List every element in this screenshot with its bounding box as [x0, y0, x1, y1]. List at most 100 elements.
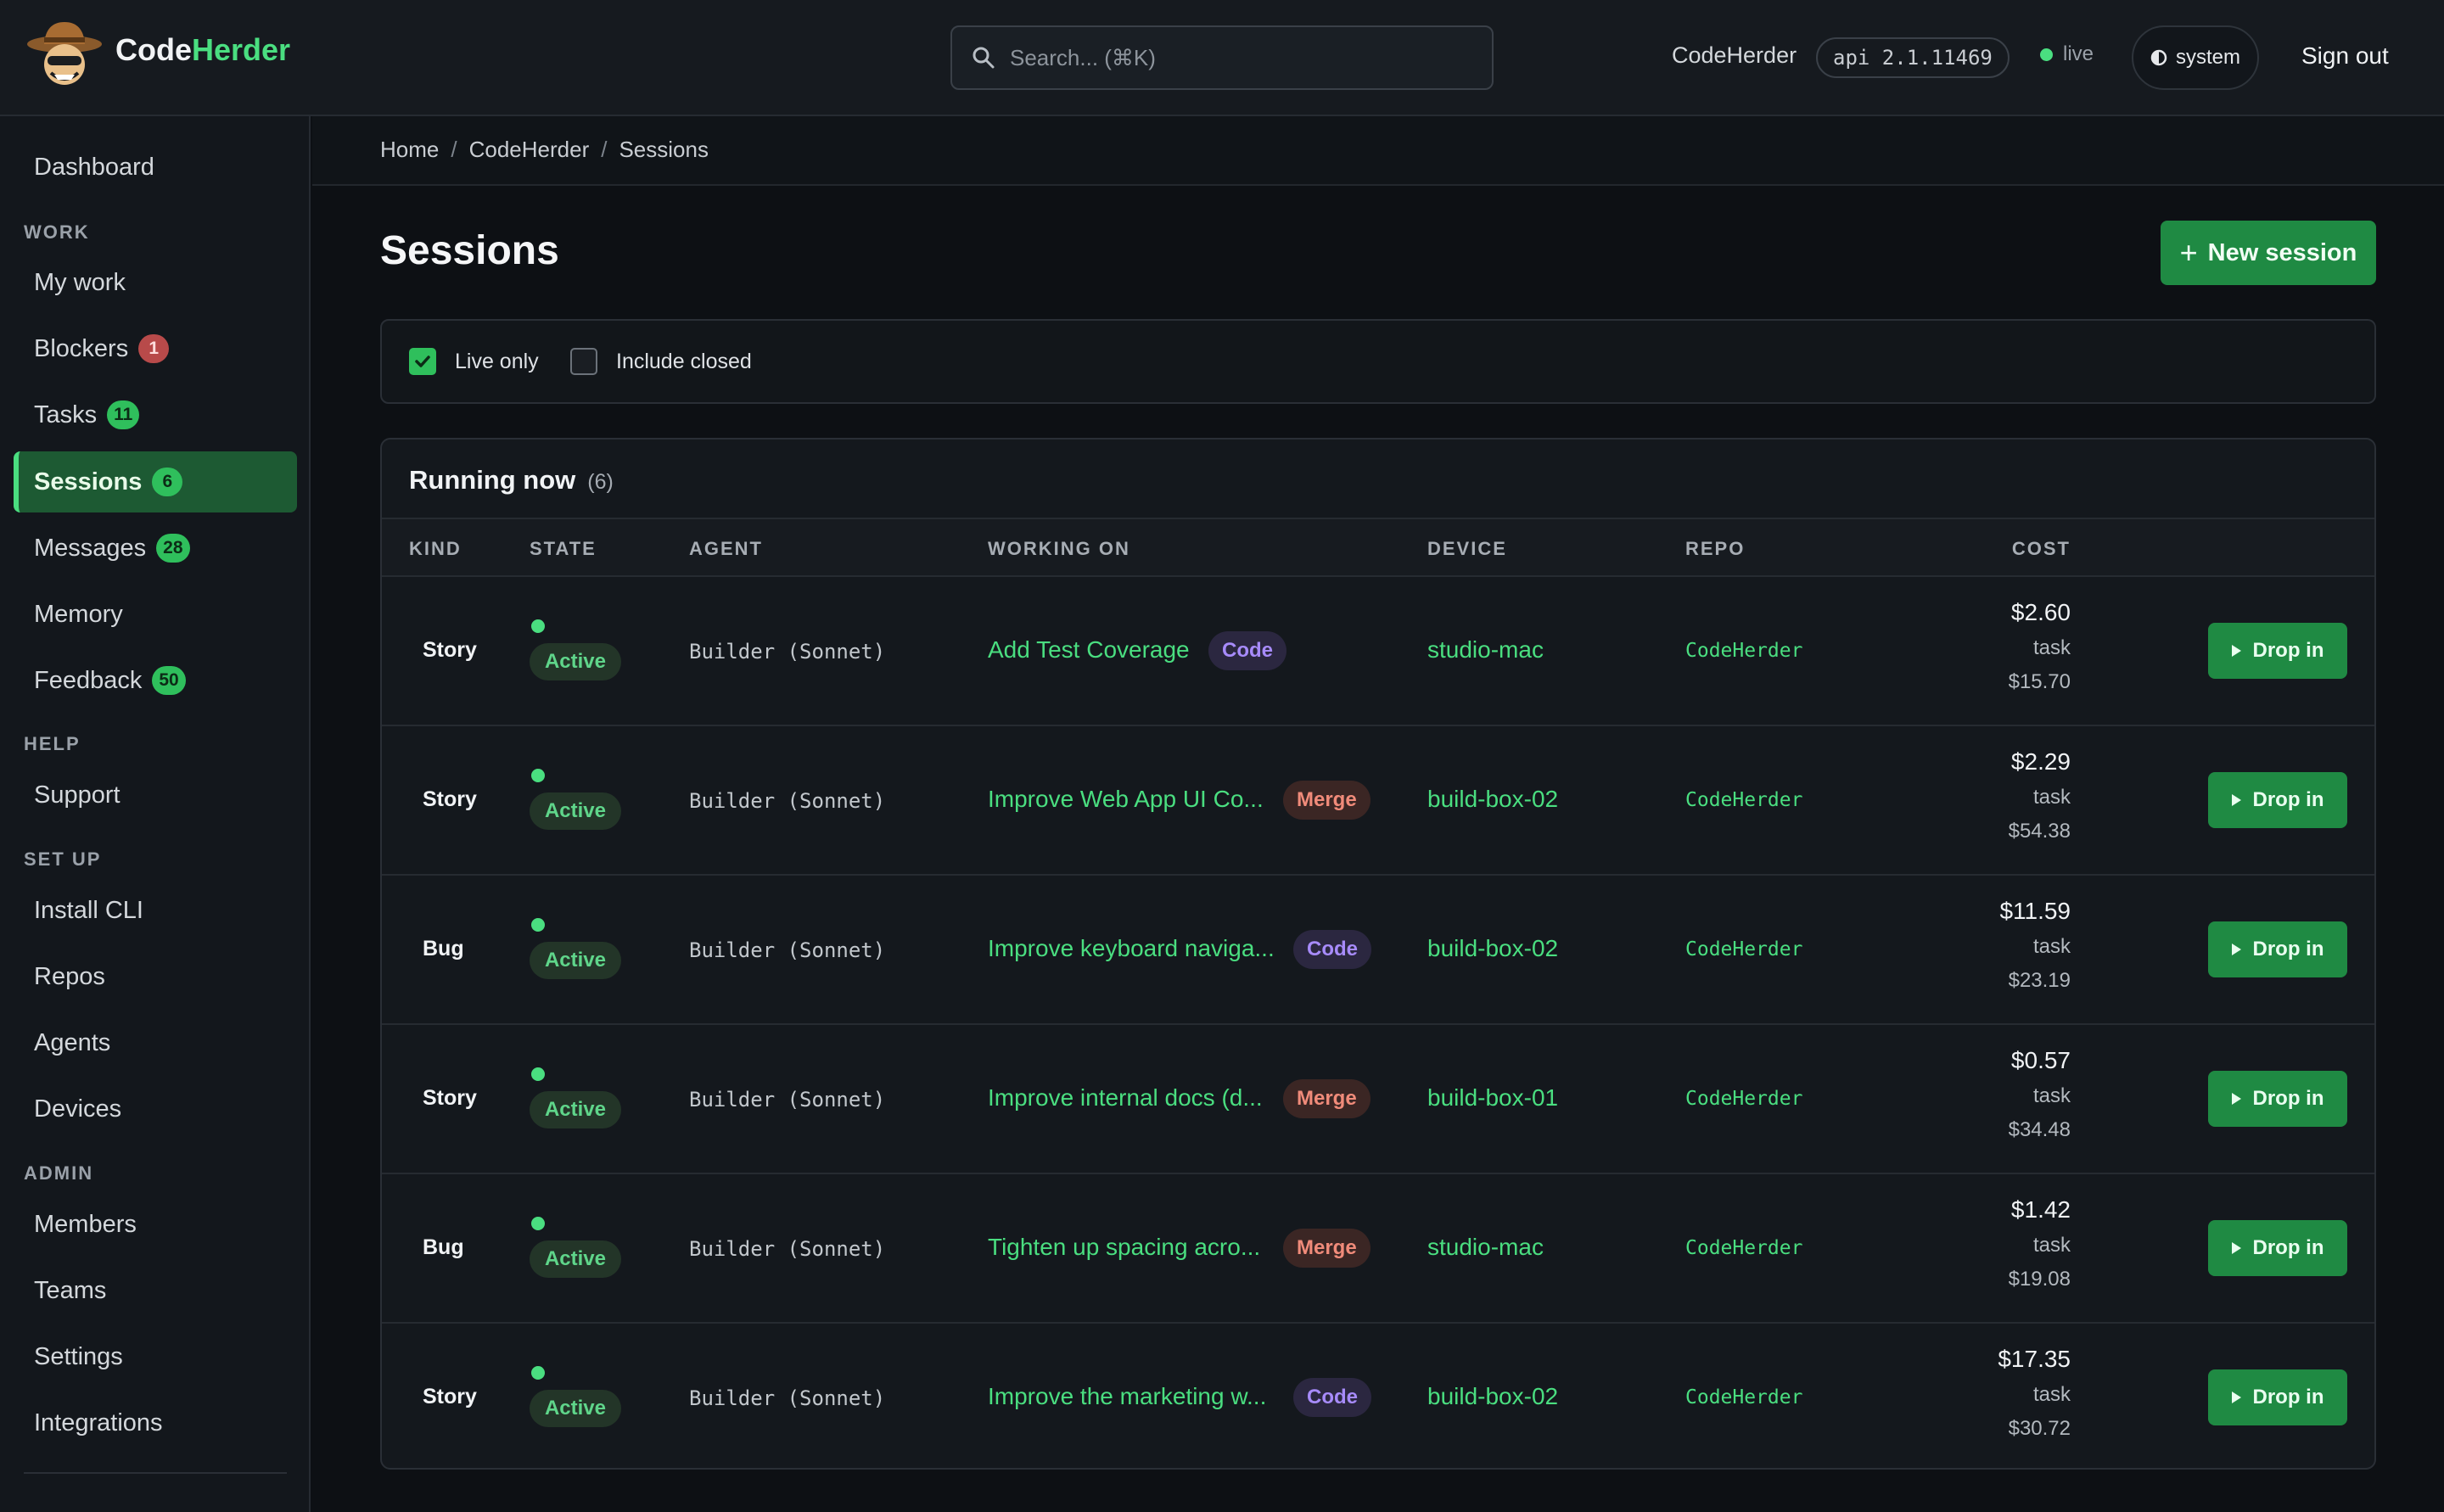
column-header-kind[interactable]: KIND	[409, 538, 462, 560]
column-header-working-on[interactable]: WORKING ON	[988, 538, 1130, 560]
column-header-device[interactable]: DEVICE	[1427, 538, 1507, 560]
drop-in-button[interactable]: Drop in	[2208, 772, 2347, 828]
sidebar-item-teams[interactable]: Teams	[14, 1260, 297, 1321]
sidebar-item-blockers[interactable]: Blockers 1	[14, 318, 297, 379]
live-only-checkbox[interactable]: Live only	[409, 348, 539, 375]
brand-name-first: Code	[115, 32, 192, 67]
column-header-state[interactable]: STATE	[530, 538, 597, 560]
sidebar-item-label: Settings	[34, 1342, 123, 1370]
sign-out-button[interactable]: Sign out	[2301, 42, 2389, 70]
breadcrumb-org[interactable]: CodeHerder	[469, 137, 590, 163]
row-kind: Story	[423, 1385, 477, 1408]
sidebar-item-settings[interactable]: Settings	[14, 1326, 297, 1387]
state-dot-icon	[531, 918, 545, 932]
row-agent: Builder (Sonnet)	[689, 1237, 886, 1261]
checkbox-unchecked-icon[interactable]	[570, 348, 597, 375]
row-working-on-link[interactable]: Add Test Coverage	[988, 636, 1190, 664]
sidebar-item-memory[interactable]: Memory	[14, 584, 297, 645]
column-header-agent[interactable]: AGENT	[689, 538, 763, 560]
table-row[interactable]: Bug Active Builder (Sonnet) Improve keyb…	[382, 876, 2374, 1025]
cowboy-logo-icon[interactable]	[25, 17, 104, 95]
row-device-link[interactable]: build-box-02	[1427, 1383, 1558, 1410]
column-header-cost[interactable]: COST	[2012, 538, 2071, 560]
sidebar-item-label: Install CLI	[34, 896, 143, 924]
row-repo-link[interactable]: CodeHerder	[1685, 1237, 1802, 1259]
row-cost-value: $2.29	[2010, 748, 2071, 775]
row-working-on-link[interactable]: Improve keyboard naviga...	[988, 935, 1275, 962]
row-task-cost: $54.38	[2008, 820, 2071, 843]
sidebar-item-sessions[interactable]: Sessions 6	[14, 451, 297, 512]
panel-title-text: Running now	[409, 465, 576, 495]
api-version-badge: api 2.1.11469	[1816, 37, 2010, 78]
checkbox-checked-icon[interactable]	[409, 348, 436, 375]
row-cost-value: $2.60	[2010, 599, 2071, 625]
row-agent: Builder (Sonnet)	[689, 789, 886, 813]
row-working-on-link[interactable]: Improve Web App UI Co...	[988, 786, 1264, 813]
sidebar-section-work: WORK	[24, 221, 90, 243]
row-kind: Bug	[423, 1235, 464, 1259]
row-cost-label: task	[2032, 636, 2071, 659]
sidebar-item-tasks[interactable]: Tasks 11	[14, 384, 297, 445]
search-input[interactable]	[1010, 44, 1485, 71]
sidebar-item-feedback[interactable]: Feedback 50	[14, 650, 297, 711]
tasks-count-badge: 11	[107, 400, 140, 429]
row-cost: $0.57 task $34.48	[2009, 1047, 2071, 1142]
new-session-button[interactable]: + New session	[2161, 221, 2376, 285]
row-repo-link[interactable]: CodeHerder	[1685, 789, 1802, 811]
row-working-on-link[interactable]: Improve the marketing w...	[988, 1383, 1266, 1410]
row-cost-value: $11.59	[1999, 898, 2071, 924]
table-row[interactable]: Story Active Builder (Sonnet) Improve We…	[382, 726, 2374, 876]
sidebar-divider	[24, 1472, 287, 1474]
include-closed-checkbox[interactable]: Include closed	[570, 348, 752, 375]
row-device-link[interactable]: studio-mac	[1427, 1234, 1544, 1261]
column-header-repo[interactable]: REPO	[1685, 538, 1745, 560]
row-kind: Story	[423, 787, 477, 811]
theme-toggle-button[interactable]: system	[2132, 25, 2259, 90]
sidebar-item-install-cli[interactable]: Install CLI	[14, 880, 297, 941]
drop-in-button[interactable]: Drop in	[2208, 1220, 2347, 1276]
breadcrumb-home[interactable]: Home	[380, 137, 439, 163]
sidebar-item-agents[interactable]: Agents	[14, 1012, 297, 1073]
live-status-label: live	[2063, 42, 2094, 65]
theme-label: system	[2175, 46, 2240, 69]
drop-in-button[interactable]: Drop in	[2208, 623, 2347, 679]
sidebar-item-messages[interactable]: Messages 28	[14, 518, 297, 579]
drop-in-label: Drop in	[2252, 1386, 2324, 1408]
row-device-link[interactable]: studio-mac	[1427, 636, 1544, 664]
row-tag-badge: Code	[1293, 1378, 1371, 1417]
state-badge: Active	[530, 1390, 621, 1427]
sidebar-item-label: Agents	[34, 1028, 111, 1056]
drop-in-button[interactable]: Drop in	[2208, 1369, 2347, 1425]
row-repo-link[interactable]: CodeHerder	[1685, 1088, 1802, 1110]
drop-in-button[interactable]: Drop in	[2208, 921, 2347, 977]
row-cost: $2.29 task $54.38	[2009, 748, 2071, 843]
row-device-link[interactable]: build-box-01	[1427, 1084, 1558, 1112]
table-row[interactable]: Bug Active Builder (Sonnet) Tighten up s…	[382, 1174, 2374, 1324]
table-row[interactable]: Story Active Builder (Sonnet) Add Test C…	[382, 577, 2374, 726]
table-row[interactable]: Story Active Builder (Sonnet) Improve in…	[382, 1025, 2374, 1174]
row-device-link[interactable]: build-box-02	[1427, 786, 1558, 813]
sidebar-item-repos[interactable]: Repos	[14, 946, 297, 1007]
row-working-on-link[interactable]: Improve internal docs (d...	[988, 1084, 1263, 1112]
drop-in-button[interactable]: Drop in	[2208, 1071, 2347, 1127]
row-working-on-link[interactable]: Tighten up spacing acro...	[988, 1234, 1260, 1261]
row-cost-value: $1.42	[2010, 1196, 2071, 1223]
sidebar-item-members[interactable]: Members	[14, 1194, 297, 1255]
brand-name[interactable]: CodeHerder	[115, 32, 290, 68]
row-repo-link[interactable]: CodeHerder	[1685, 938, 1802, 960]
search-box[interactable]	[950, 25, 1494, 90]
sidebar-item-my-work[interactable]: My work	[14, 252, 297, 313]
row-tag-badge: Merge	[1283, 781, 1371, 820]
sidebar-item-support[interactable]: Support	[14, 764, 297, 826]
sidebar-item-integrations[interactable]: Integrations	[14, 1392, 297, 1453]
page-title: Sessions	[380, 228, 559, 273]
row-repo-link[interactable]: CodeHerder	[1685, 640, 1802, 662]
row-repo-link[interactable]: CodeHerder	[1685, 1386, 1802, 1408]
sidebar-item-devices[interactable]: Devices	[14, 1078, 297, 1140]
live-status: live	[2040, 42, 2094, 66]
state-badge: Active	[530, 1091, 621, 1128]
table-row[interactable]: Story Active Builder (Sonnet) Improve th…	[382, 1324, 2374, 1468]
row-cost-label: task	[2032, 1084, 2071, 1107]
sidebar-item-dashboard[interactable]: Dashboard	[14, 137, 297, 198]
row-device-link[interactable]: build-box-02	[1427, 935, 1558, 962]
